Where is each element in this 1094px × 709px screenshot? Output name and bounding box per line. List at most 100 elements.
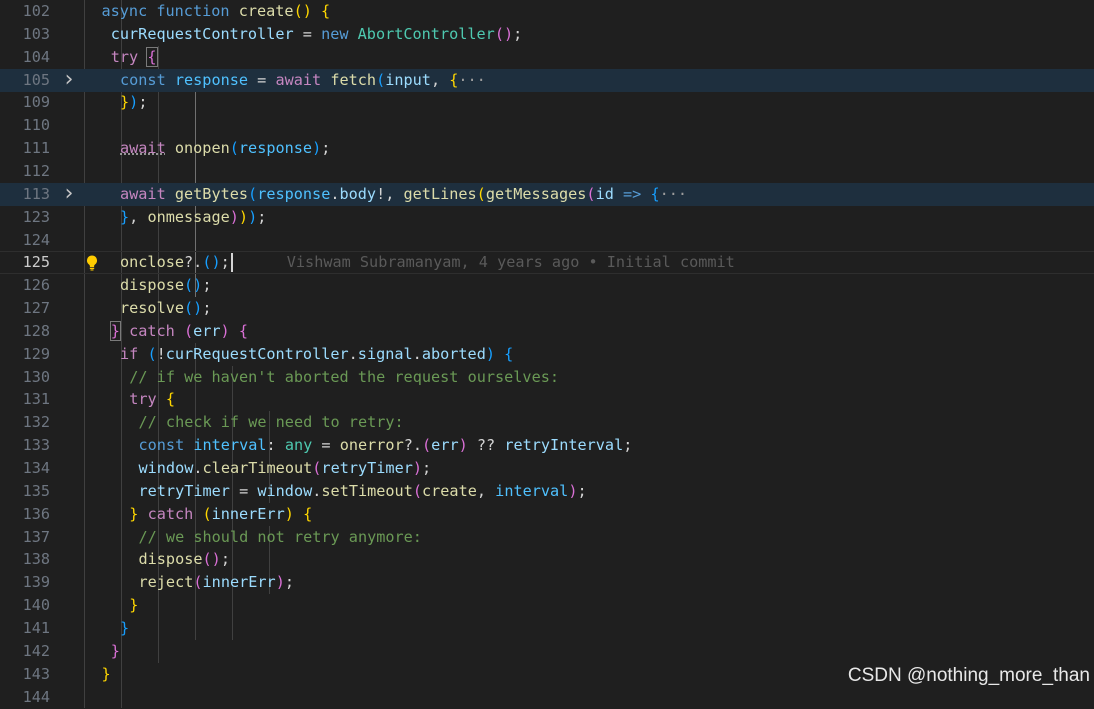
code-text: const response = await fetch(input, {··· — [120, 69, 486, 92]
text-caret — [230, 253, 233, 273]
code-line[interactable]: 132 // check if we need to retry: — [0, 411, 1094, 434]
code-line[interactable]: 136} catch (innerErr) { — [0, 503, 1094, 526]
code-text: onclose?.(); Vishwam Subramanyam, 4 years… — [120, 251, 735, 274]
code-token: window — [257, 481, 313, 500]
code-line[interactable]: 124 — [0, 229, 1094, 252]
code-token: getMessages — [485, 184, 587, 203]
code-line[interactable]: 128 } catch (err) { — [0, 320, 1094, 343]
code-line[interactable]: 125 onclose?.(); Vishwam Subramanyam, 4 ye… — [0, 251, 1094, 274]
line-number[interactable]: 136 — [0, 503, 50, 526]
code-line[interactable]: 123}, onmessage))); — [0, 206, 1094, 229]
code-line[interactable]: 141} — [0, 617, 1094, 640]
code-text: } catch (err) { — [109, 320, 248, 343]
git-blame-annotation: Vishwam Subramanyam, 4 years ago • Initi… — [286, 253, 735, 272]
code-token: } — [110, 641, 120, 660]
code-token: if — [120, 344, 139, 363]
code-line[interactable]: 131 try { — [0, 388, 1094, 411]
code-token: ( — [248, 184, 258, 203]
code-text: if (!curRequestController.signal.aborted… — [120, 343, 513, 366]
line-number[interactable]: 126 — [0, 274, 50, 297]
code-text: } — [129, 594, 138, 617]
code-text: curRequestController = new AbortControll… — [111, 23, 523, 46]
code-line[interactable]: 105 › const response = await fetch(input, … — [0, 68, 1094, 92]
code-token: new — [321, 24, 349, 43]
line-number[interactable]: 137 — [0, 526, 50, 549]
code-editor[interactable]: 102 async function create() {103 curReques… — [0, 0, 1094, 709]
line-number[interactable]: 144 — [0, 686, 50, 709]
code-token: () — [494, 24, 514, 43]
code-line[interactable]: 133 const interval: any = onerror?.(err) … — [0, 434, 1094, 457]
line-number[interactable]: 104 — [0, 46, 50, 69]
code-token: curRequestController — [110, 24, 294, 43]
line-number[interactable]: 103 — [0, 23, 50, 46]
code-token: ) — [238, 207, 249, 226]
line-number[interactable]: 123 — [0, 206, 50, 229]
code-token: ; — [321, 139, 331, 158]
code-line[interactable]: 109}); — [0, 91, 1094, 114]
code-text: await onopen(response); — [120, 137, 330, 160]
code-token: try — [129, 390, 157, 409]
code-line[interactable]: 102 async function create() { — [0, 0, 1094, 23]
chevron-right-icon[interactable]: › — [62, 68, 76, 90]
line-number[interactable]: 138 — [0, 548, 50, 571]
code-line[interactable]: 129 if (!curRequestController.signal.abor… — [0, 343, 1094, 366]
code-token: // we should not retry anymore: — [138, 527, 422, 546]
code-line[interactable]: 135 retryTimer = window.setTimeout(create… — [0, 480, 1094, 503]
line-number[interactable]: 110 — [0, 114, 50, 137]
line-number[interactable]: 109 — [0, 91, 50, 114]
code-token: response — [238, 139, 313, 158]
code-line[interactable]: 110 — [0, 114, 1094, 137]
line-number[interactable]: 105 — [0, 69, 50, 92]
line-number[interactable]: 139 — [0, 571, 50, 594]
code-text: await getBytes(response.body!, getLines(… — [120, 183, 687, 206]
line-number[interactable]: 127 — [0, 297, 50, 320]
code-line[interactable]: 134 window.clearTimeout(retryTimer); — [0, 457, 1094, 480]
code-line[interactable]: 111 await onopen(response); — [0, 137, 1094, 160]
line-number[interactable]: 112 — [0, 160, 50, 183]
code-line[interactable]: 144 — [0, 686, 1094, 709]
line-number[interactable]: 125 — [0, 251, 50, 274]
line-number[interactable]: 141 — [0, 617, 50, 640]
lightbulb-icon[interactable] — [84, 254, 100, 271]
code-line[interactable]: 104 try { — [0, 46, 1094, 69]
code-line[interactable]: 127 resolve(); — [0, 297, 1094, 320]
line-number[interactable]: 113 — [0, 183, 50, 206]
code-line[interactable]: 142} — [0, 640, 1094, 663]
code-token: signal — [357, 344, 413, 363]
line-number[interactable]: 131 — [0, 388, 50, 411]
line-number[interactable]: 140 — [0, 594, 50, 617]
code-line[interactable]: 137 // we should not retry anymore: — [0, 526, 1094, 549]
code-line[interactable]: 140} — [0, 594, 1094, 617]
line-number[interactable]: 129 — [0, 343, 50, 366]
code-token: fetch — [330, 70, 377, 89]
code-line[interactable]: 138 dispose(); — [0, 548, 1094, 571]
code-line[interactable]: 139 reject(innerErr); — [0, 571, 1094, 594]
line-number[interactable]: 132 — [0, 411, 50, 434]
code-token: onerror — [339, 436, 404, 455]
line-number[interactable]: 133 — [0, 434, 50, 457]
line-number[interactable]: 128 — [0, 320, 50, 343]
line-number[interactable]: 124 — [0, 229, 50, 252]
code-token: function — [156, 2, 230, 20]
code-token: // check if we need to retry: — [138, 413, 404, 432]
line-number[interactable]: 134 — [0, 457, 50, 480]
line-number[interactable]: 142 — [0, 640, 50, 663]
line-number[interactable]: 102 — [0, 0, 50, 23]
code-line[interactable]: 113 › await getBytes(response.body!, getLi… — [0, 182, 1094, 206]
code-token: () — [184, 276, 203, 295]
code-text: dispose(); — [139, 548, 230, 571]
code-line[interactable]: 112 — [0, 160, 1094, 183]
code-token: , — [476, 481, 496, 500]
code-line[interactable]: 103 curRequestController = new AbortContr… — [0, 23, 1094, 46]
code-line[interactable]: 130 // if we haven't aborted the request … — [0, 366, 1094, 389]
line-number[interactable]: 111 — [0, 137, 50, 160]
chevron-right-icon[interactable]: › — [62, 182, 76, 204]
line-number[interactable]: 135 — [0, 480, 50, 503]
line-number[interactable]: 130 — [0, 366, 50, 389]
line-number[interactable]: 143 — [0, 663, 50, 686]
code-text: } — [111, 640, 120, 663]
code-line[interactable]: 126 dispose(); — [0, 274, 1094, 297]
code-token: interval — [495, 481, 569, 500]
